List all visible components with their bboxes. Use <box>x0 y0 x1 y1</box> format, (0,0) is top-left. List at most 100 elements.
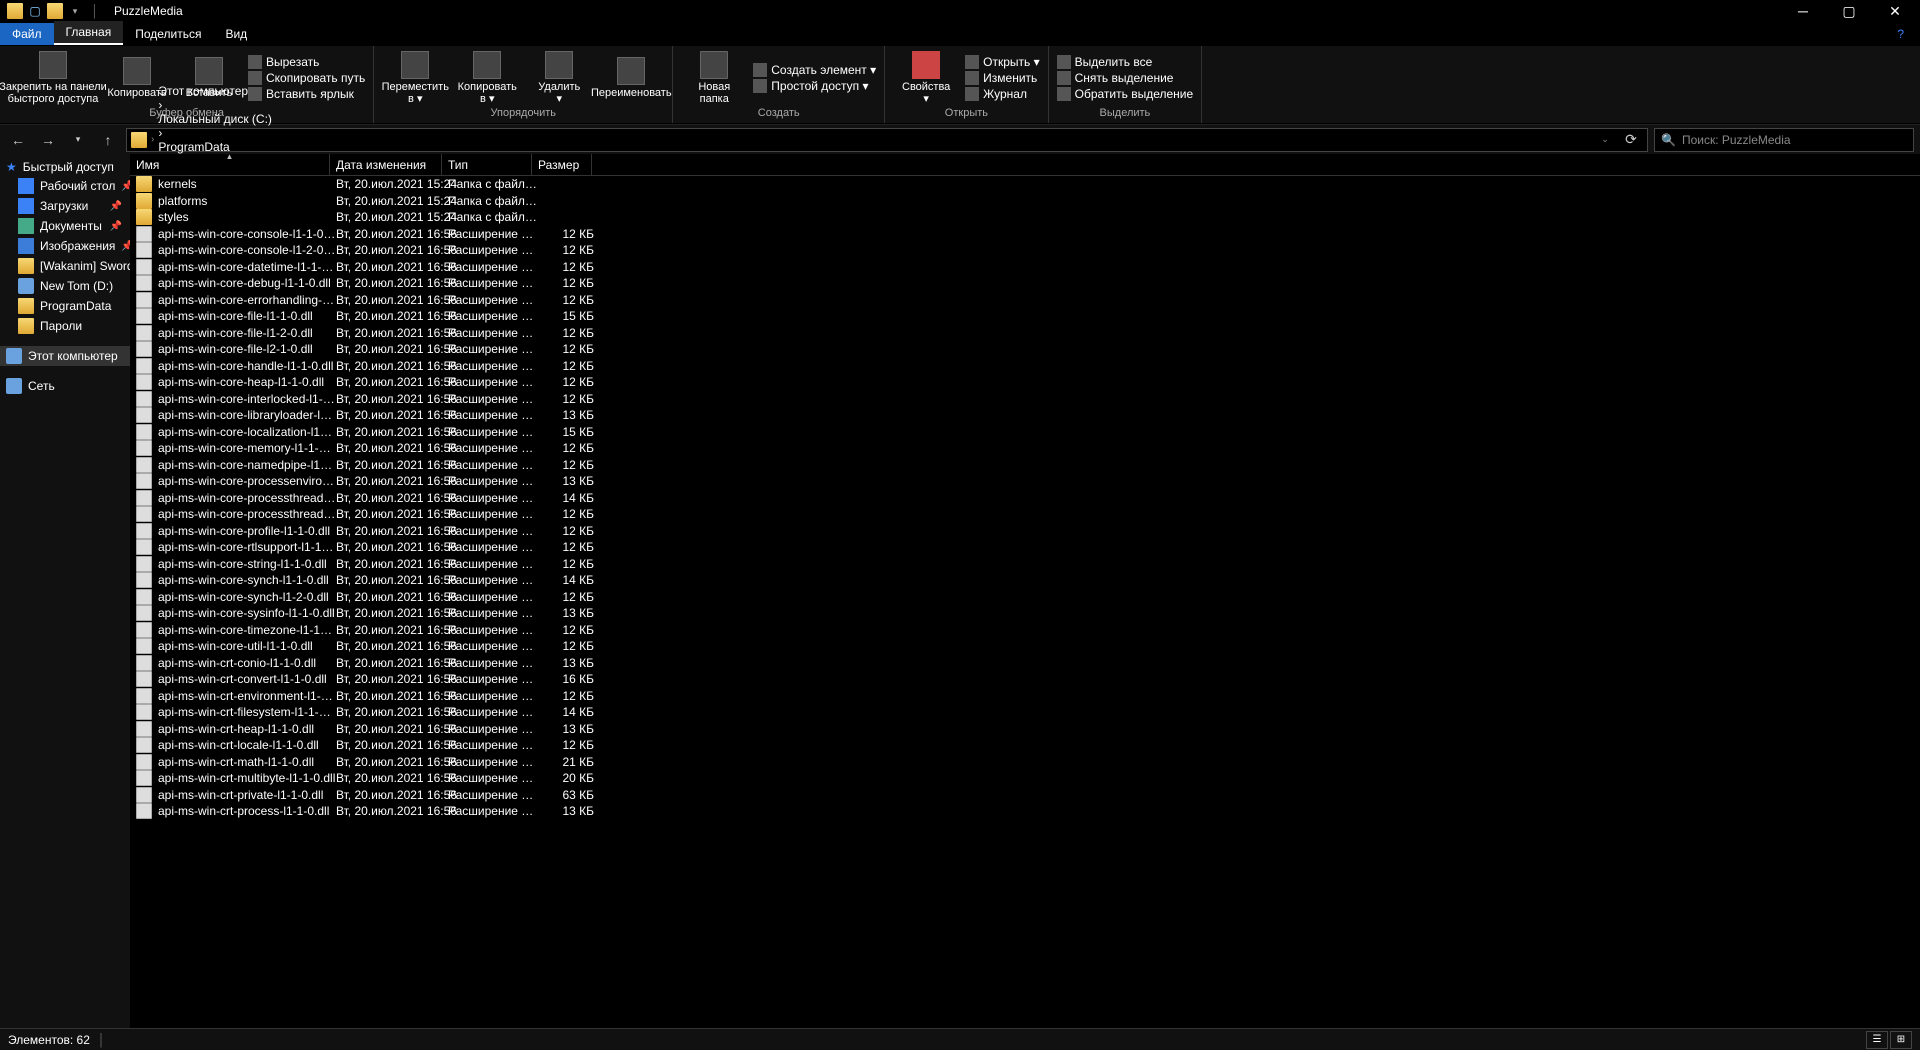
edit-button[interactable]: Изменить <box>965 71 1039 85</box>
file-row[interactable]: api-ms-win-crt-private-l1-1-0.dllВт, 20.… <box>130 787 1920 804</box>
file-row[interactable]: api-ms-win-crt-locale-l1-1-0.dllВт, 20.и… <box>130 737 1920 754</box>
minimize-button[interactable]: ─ <box>1780 0 1826 22</box>
file-row[interactable]: api-ms-win-crt-process-l1-1-0.dllВт, 20.… <box>130 803 1920 820</box>
qat-dropdown-icon[interactable]: ▾ <box>66 2 84 20</box>
properties-button[interactable]: Свойства ▾ <box>893 49 959 107</box>
col-date[interactable]: Дата изменения <box>330 154 442 175</box>
rename-button[interactable]: Переименовать <box>598 55 664 101</box>
addr-dropdown[interactable]: ⌄ <box>1593 128 1617 152</box>
moveto-button[interactable]: Переместить в ▾ <box>382 49 448 107</box>
file-row[interactable]: api-ms-win-core-namedpipe-l1-1-0.dllВт, … <box>130 457 1920 474</box>
sidebar-quickaccess[interactable]: ★Быстрый доступ <box>0 158 130 176</box>
file-row[interactable]: api-ms-win-core-util-l1-1-0.dllВт, 20.ию… <box>130 638 1920 655</box>
file-row[interactable]: api-ms-win-core-datetime-l1-1-0.dllВт, 2… <box>130 259 1920 276</box>
pin-quickaccess-button[interactable]: Закрепить на панели быстрого доступа <box>8 49 98 107</box>
maximize-button[interactable]: ▢ <box>1826 0 1872 22</box>
file-row[interactable]: api-ms-win-core-errorhandling-l1-1-0.dll… <box>130 292 1920 309</box>
file-row[interactable]: api-ms-win-crt-conio-l1-1-0.dllВт, 20.ию… <box>130 655 1920 672</box>
tab-view[interactable]: Вид <box>213 23 259 45</box>
help-icon[interactable]: ? <box>1881 23 1920 45</box>
file-row[interactable]: api-ms-win-core-debug-l1-1-0.dllВт, 20.и… <box>130 275 1920 292</box>
file-size: 15 КБ <box>538 309 598 323</box>
file-row[interactable]: api-ms-win-core-profile-l1-1-0.dllВт, 20… <box>130 523 1920 540</box>
sidebar-item[interactable]: Пароли <box>0 316 130 336</box>
newitem-button[interactable]: Создать элемент ▾ <box>753 63 876 77</box>
file-row[interactable]: api-ms-win-core-processthreads-l1-1-0.dl… <box>130 490 1920 507</box>
file-row[interactable]: api-ms-win-core-libraryloader-l1-1-0.dll… <box>130 407 1920 424</box>
file-row[interactable]: api-ms-win-crt-convert-l1-1-0.dllВт, 20.… <box>130 671 1920 688</box>
refresh-button[interactable]: ⟳ <box>1619 128 1643 152</box>
history-button[interactable]: Журнал <box>965 87 1039 101</box>
breadcrumb-item[interactable]: Локальный диск (C:) <box>158 112 272 126</box>
file-row[interactable]: api-ms-win-core-file-l1-1-0.dllВт, 20.ию… <box>130 308 1920 325</box>
col-type[interactable]: Тип <box>442 154 532 175</box>
qat-properties-icon[interactable]: ▢ <box>26 2 44 20</box>
file-row[interactable]: kernelsВт, 20.июл.2021 15:24Папка с файл… <box>130 176 1920 193</box>
back-button[interactable]: ← <box>6 128 30 152</box>
search-box[interactable]: 🔍 <box>1654 128 1914 152</box>
file-row[interactable]: api-ms-win-core-handle-l1-1-0.dllВт, 20.… <box>130 358 1920 375</box>
up-button[interactable]: ↑ <box>96 128 120 152</box>
newfolder-button[interactable]: Новая папка <box>681 49 747 107</box>
cut-button[interactable]: Вырезать <box>248 55 365 69</box>
breadcrumb-item[interactable]: Этот компьютер <box>158 84 272 98</box>
sidebar-thispc[interactable]: Этот компьютер <box>0 346 130 366</box>
sidebar-item[interactable]: Изображения📌 <box>0 236 130 256</box>
sidebar-network[interactable]: Сеть <box>0 376 130 396</box>
view-details-button[interactable]: ☰ <box>1866 1031 1888 1049</box>
file-row[interactable]: api-ms-win-core-memory-l1-1-0.dllВт, 20.… <box>130 440 1920 457</box>
tab-home[interactable]: Главная <box>54 21 124 45</box>
sidebar-item[interactable]: ProgramData <box>0 296 130 316</box>
file-row[interactable]: stylesВт, 20.июл.2021 15:24Папка с файла… <box>130 209 1920 226</box>
address-bar[interactable]: › Этот компьютер›Локальный диск (C:)›Pro… <box>126 128 1648 152</box>
close-button[interactable]: ✕ <box>1872 0 1918 22</box>
copypath-button[interactable]: Скопировать путь <box>248 71 365 85</box>
breadcrumb-item[interactable]: ProgramData <box>158 140 272 154</box>
open-button[interactable]: Открыть ▾ <box>965 55 1039 69</box>
sidebar-item[interactable]: New Tom (D:) <box>0 276 130 296</box>
forward-button[interactable]: → <box>36 128 60 152</box>
file-row[interactable]: api-ms-win-core-rtlsupport-l1-1-0.dllВт,… <box>130 539 1920 556</box>
file-row[interactable]: api-ms-win-core-interlocked-l1-1-0.dllВт… <box>130 391 1920 408</box>
sidebar-item[interactable]: [Wakanim] Sword A <box>0 256 130 276</box>
selectnone-button[interactable]: Снять выделение <box>1057 71 1194 85</box>
file-row[interactable]: api-ms-win-crt-environment-l1-1-0.dllВт,… <box>130 688 1920 705</box>
sidebar-item[interactable]: Документы📌 <box>0 216 130 236</box>
file-row[interactable]: api-ms-win-core-file-l2-1-0.dllВт, 20.ию… <box>130 341 1920 358</box>
file-row[interactable]: api-ms-win-core-heap-l1-1-0.dllВт, 20.ию… <box>130 374 1920 391</box>
file-row[interactable]: api-ms-win-core-file-l1-2-0.dllВт, 20.ию… <box>130 325 1920 342</box>
file-row[interactable]: api-ms-win-crt-filesystem-l1-1-0.dllВт, … <box>130 704 1920 721</box>
search-input[interactable] <box>1682 133 1907 147</box>
sidebar-item[interactable]: Загрузки📌 <box>0 196 130 216</box>
file-row[interactable]: api-ms-win-crt-heap-l1-1-0.dllВт, 20.июл… <box>130 721 1920 738</box>
file-row[interactable]: api-ms-win-core-synch-l1-1-0.dllВт, 20.и… <box>130 572 1920 589</box>
file-row[interactable]: api-ms-win-core-localization-l1-2-0.dllВ… <box>130 424 1920 441</box>
file-row[interactable]: api-ms-win-core-string-l1-1-0.dllВт, 20.… <box>130 556 1920 573</box>
view-thumbs-button[interactable]: ⊞ <box>1890 1031 1912 1049</box>
search-icon: 🔍 <box>1661 133 1676 147</box>
file-row[interactable]: api-ms-win-core-processthreads-l1-1-1.dl… <box>130 506 1920 523</box>
sidebar-item[interactable]: Рабочий стол📌 <box>0 176 130 196</box>
file-size: 12 КБ <box>538 458 598 472</box>
file-row[interactable]: platformsВт, 20.июл.2021 15:24Папка с фа… <box>130 193 1920 210</box>
easyaccess-button[interactable]: Простой доступ ▾ <box>753 79 876 93</box>
delete-button[interactable]: Удалить ▾ <box>526 49 592 107</box>
col-name[interactable]: Имя▲ <box>130 154 330 175</box>
file-row[interactable]: api-ms-win-core-synch-l1-2-0.dllВт, 20.и… <box>130 589 1920 606</box>
file-row[interactable]: api-ms-win-core-console-l1-2-0.dllВт, 20… <box>130 242 1920 259</box>
file-row[interactable]: api-ms-win-core-console-l1-1-0.dllВт, 20… <box>130 226 1920 243</box>
file-size: 12 КБ <box>538 557 598 571</box>
file-row[interactable]: api-ms-win-core-sysinfo-l1-1-0.dllВт, 20… <box>130 605 1920 622</box>
col-size[interactable]: Размер <box>532 154 592 175</box>
copyto-button[interactable]: Копировать в ▾ <box>454 49 520 107</box>
selectall-button[interactable]: Выделить все <box>1057 55 1194 69</box>
file-row[interactable]: api-ms-win-core-processenvironment-l1...… <box>130 473 1920 490</box>
file-row[interactable]: api-ms-win-core-timezone-l1-1-0.dllВт, 2… <box>130 622 1920 639</box>
invert-button[interactable]: Обратить выделение <box>1057 87 1194 101</box>
recent-dropdown[interactable]: ▾ <box>66 128 90 152</box>
tab-file[interactable]: Файл <box>0 23 54 45</box>
file-row[interactable]: api-ms-win-crt-math-l1-1-0.dllВт, 20.июл… <box>130 754 1920 771</box>
tab-share[interactable]: Поделиться <box>123 23 213 45</box>
file-row[interactable]: api-ms-win-crt-multibyte-l1-1-0.dllВт, 2… <box>130 770 1920 787</box>
qat-newfolder-icon[interactable] <box>46 2 64 20</box>
